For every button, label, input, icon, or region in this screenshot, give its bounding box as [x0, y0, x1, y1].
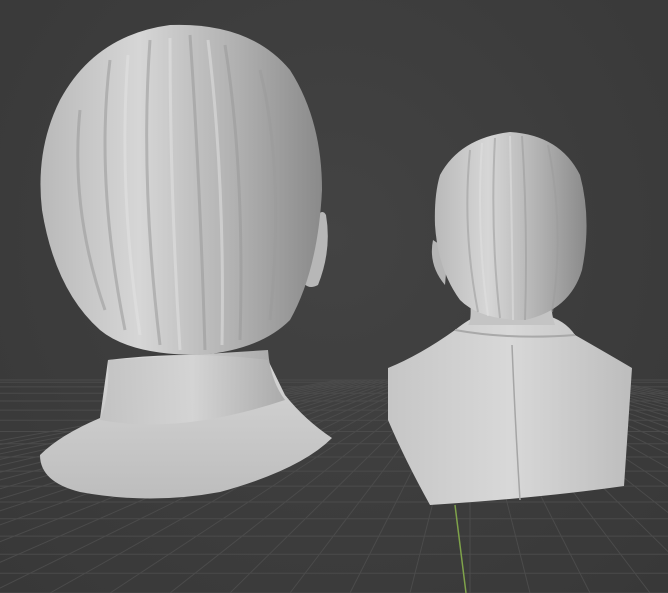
bust-with-jacket-back-view[interactable] — [388, 132, 632, 505]
viewport-scene[interactable] — [0, 0, 668, 593]
jacket-body — [388, 315, 632, 505]
3d-viewport[interactable] — [0, 0, 668, 593]
bust-hair — [40, 24, 322, 356]
head-bust-back-view[interactable] — [40, 24, 332, 499]
